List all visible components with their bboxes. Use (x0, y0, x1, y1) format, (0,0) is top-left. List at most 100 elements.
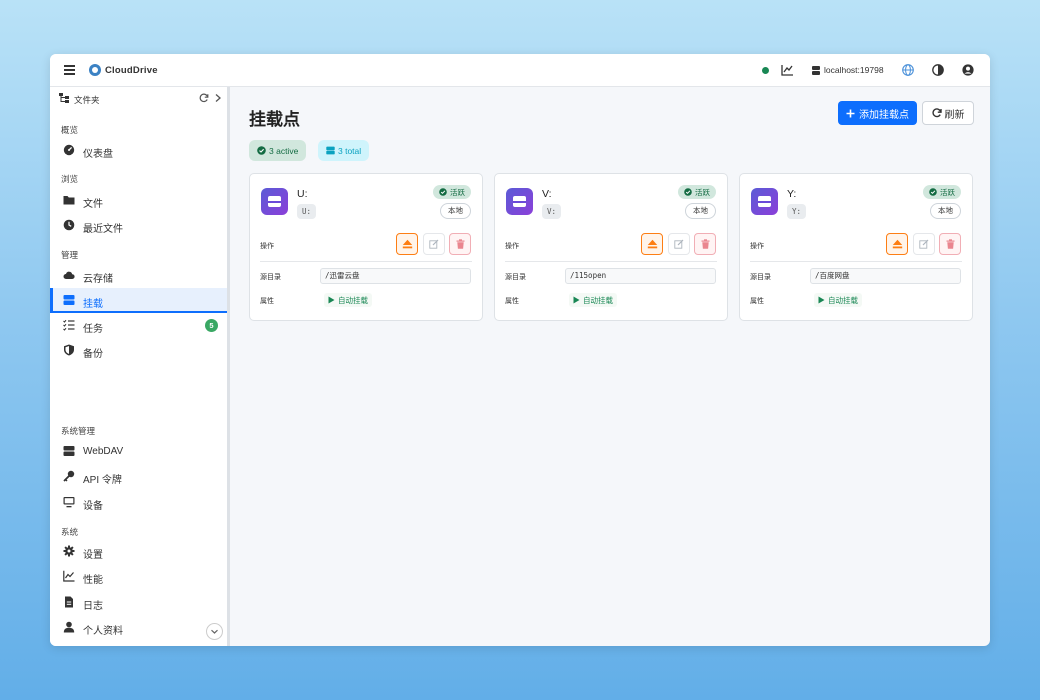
delete-button[interactable] (939, 233, 961, 255)
sidebar-item-label: 最近文件 (83, 224, 123, 235)
unmount-button[interactable] (886, 233, 908, 255)
sidebar-item-mount[interactable]: 挂载 (50, 288, 227, 313)
attribute-label: 属性 (750, 298, 764, 305)
dashboard-icon (63, 144, 75, 156)
card-divider (750, 261, 962, 262)
unmount-button[interactable] (396, 233, 418, 255)
trash-icon (701, 239, 709, 249)
edit-button[interactable] (913, 233, 935, 255)
drive-icon (261, 188, 288, 215)
gear-icon (63, 545, 75, 557)
sidebar-item-membership[interactable]: 会员 (50, 641, 227, 646)
sidebar-item-label: 挂载 (83, 299, 103, 310)
sidebar-item-backup[interactable]: 备份 (50, 338, 227, 363)
unmount-button[interactable] (641, 233, 663, 255)
brand[interactable]: CloudDrive (89, 64, 158, 76)
drive-icon (751, 188, 778, 215)
cloud-icon (63, 271, 75, 279)
refresh-tree-icon[interactable] (199, 93, 209, 103)
source-label: 源目录 (750, 274, 771, 281)
eject-icon (892, 239, 902, 249)
sidebar-item-label: 文件 (83, 199, 103, 210)
main-content: 挂载点 添加挂载点 刷新 3 active 3 total U: U: 活跃 本… (233, 87, 990, 646)
clouddrive-logo-icon (89, 64, 101, 76)
delete-button[interactable] (449, 233, 471, 255)
chevron-down-icon (211, 629, 218, 634)
eject-icon (402, 239, 412, 249)
card-divider (505, 261, 717, 262)
status-badge: 活跃 (433, 185, 471, 199)
sidebar-item-performance[interactable]: 性能 (50, 564, 227, 589)
trash-icon (456, 239, 464, 249)
delete-button[interactable] (694, 233, 716, 255)
server-icon (326, 146, 335, 155)
mount-card: Y: Y: 活跃 本地 操作 源目录 /百度网盘 属性 自动挂载 (739, 173, 973, 321)
source-path: /115open (565, 268, 716, 284)
mount-letter: V: (542, 204, 562, 219)
sidebar-item-label: 任务 (83, 324, 103, 335)
active-count-badge: 3 active (249, 140, 307, 161)
account-icon[interactable] (962, 62, 974, 78)
edit-button[interactable] (668, 233, 690, 255)
user-icon (63, 621, 75, 633)
tasks-count-badge: 5 (205, 319, 218, 332)
chevron-right-icon[interactable] (214, 93, 222, 103)
connection-status-dot[interactable] (762, 62, 769, 78)
sidebar-item-webdav[interactable]: WebDAV (50, 439, 227, 464)
check-circle-icon (257, 146, 266, 155)
globe-icon[interactable] (902, 62, 914, 78)
sidebar-item-tasks[interactable]: 任务 5 (50, 313, 227, 338)
source-label: 源目录 (505, 274, 526, 281)
sidebar-item-label: 日志 (83, 601, 103, 612)
source-path: /迅雷云盘 (320, 268, 471, 284)
app-name: CloudDrive (105, 64, 158, 76)
sidebar-item-label: WebDAV (83, 446, 124, 457)
sidebar: 文件夹 概览 仪表盘 浏览 文件 最近文件 管理 云存储 挂载 任务 5 备份 … (50, 87, 230, 646)
theme-toggle-icon[interactable] (932, 62, 944, 78)
mount-card: U: U: 活跃 本地 操作 源目录 /迅雷云盘 属性 自动挂载 (249, 173, 483, 321)
sidebar-item-profile[interactable]: 个人资料 (50, 615, 227, 640)
folder-icon (63, 196, 75, 205)
mount-card: V: V: 活跃 本地 操作 源目录 /115open 属性 自动挂载 (494, 173, 728, 321)
sidebar-item-recent[interactable]: 最近文件 (50, 213, 227, 238)
add-mount-label: 添加挂载点 (859, 109, 909, 121)
auto-mount-tag: 自动挂载 (569, 293, 617, 307)
server-icon (812, 65, 820, 75)
line-chart-icon (63, 570, 75, 582)
sidebar-item-settings[interactable]: 设置 (50, 539, 227, 564)
menu-icon[interactable] (62, 63, 78, 77)
add-mount-button[interactable]: 添加挂载点 (838, 101, 917, 125)
edit-icon (674, 239, 684, 249)
server-icon (63, 446, 75, 456)
sidebar-item-dashboard[interactable]: 仪表盘 (50, 138, 227, 163)
top-bar: CloudDrive localhost:19798 (50, 54, 990, 87)
attribute-label: 属性 (505, 298, 519, 305)
edit-icon (919, 239, 929, 249)
page-title: 挂载点 (249, 110, 300, 129)
sidebar-item-files[interactable]: 文件 (50, 188, 227, 213)
clock-icon (63, 219, 75, 231)
monitor-icon (63, 497, 75, 508)
server-selector[interactable]: localhost:19798 (812, 62, 884, 78)
mount-name: V: (542, 188, 552, 200)
shield-icon (64, 344, 74, 356)
play-icon (573, 296, 580, 304)
sidebar-item-api-token[interactable]: API 令牌 (50, 464, 227, 489)
sidebar-item-logs[interactable]: 日志 (50, 590, 227, 615)
sidebar-item-cloud[interactable]: 云存储 (50, 263, 227, 288)
chart-icon[interactable] (781, 62, 794, 78)
attribute-label: 属性 (260, 298, 274, 305)
sidebar-item-label: 仪表盘 (83, 149, 113, 160)
sidebar-item-label: 设置 (83, 550, 103, 561)
scroll-down-button[interactable] (206, 623, 223, 640)
key-icon (63, 470, 75, 482)
plus-icon (846, 109, 855, 117)
refresh-button[interactable]: 刷新 (922, 101, 974, 125)
sidebar-item-devices[interactable]: 设备 (50, 490, 227, 515)
document-icon (65, 596, 73, 608)
drive-icon (506, 188, 533, 215)
type-badge: 本地 (440, 203, 471, 219)
mount-name: Y: (787, 188, 797, 200)
edit-button[interactable] (423, 233, 445, 255)
section-overview: 概览 (61, 125, 79, 135)
